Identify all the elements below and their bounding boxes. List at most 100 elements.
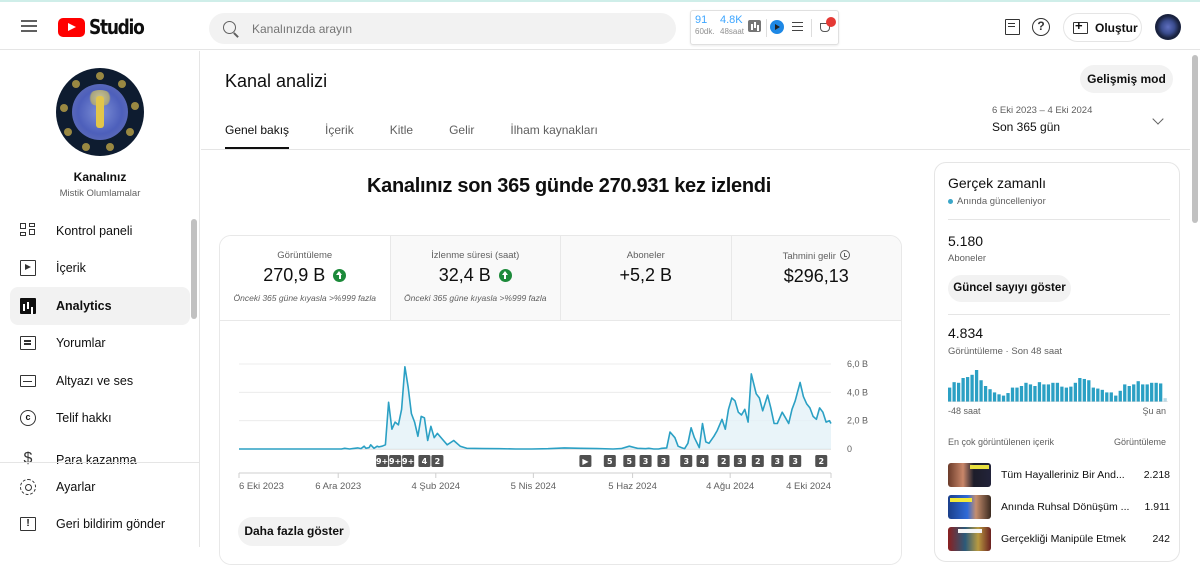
clock-icon[interactable]: [840, 250, 850, 260]
sidebar-item-feedback[interactable]: ! Geri bildirim gönder: [0, 506, 200, 544]
sidebar-item-copyright[interactable]: c Telif hakkı: [0, 400, 192, 438]
realtime-bar: [1020, 386, 1023, 402]
top-content-item[interactable]: Gerçekliği Manipüle Etmek ... 242: [948, 527, 1170, 551]
realtime-bar: [975, 370, 978, 402]
tab-audience[interactable]: Kitle: [390, 123, 413, 149]
y-tick-label: 0: [847, 444, 852, 454]
thumbnail-text-band: [950, 498, 972, 502]
tab-inspiration[interactable]: İlham kaynakları: [510, 123, 597, 149]
bar-chart-icon[interactable]: [748, 20, 761, 32]
metric-value: +5,2 B: [619, 265, 672, 286]
sidebar-item-analytics[interactable]: Analytics: [10, 287, 190, 325]
advanced-mode-button[interactable]: Gelişmiş mod: [1080, 65, 1173, 93]
top-content-views-header: Görüntüleme: [1114, 437, 1166, 447]
metric-views[interactable]: Görüntüleme 270,9 B Önceki 365 güne kıya…: [220, 236, 390, 320]
sidebar-item-dashboard[interactable]: Kontrol paneli: [0, 212, 192, 250]
show-current-count-button[interactable]: Güncel sayıyı göster: [948, 275, 1071, 302]
trophy-icon[interactable]: [818, 19, 834, 35]
sidebar-nav: Kontrol paneli İçerik Analytics Yorumlar…: [0, 212, 192, 467]
list-icon[interactable]: [792, 22, 803, 31]
create-button[interactable]: Oluştur: [1063, 13, 1142, 42]
tab-divider: [201, 149, 1190, 150]
realtime-bar: [979, 380, 982, 402]
ext-stat-48h: 4.8K 48saat: [720, 15, 744, 37]
sidebar-item-content[interactable]: İçerik: [0, 250, 192, 288]
search-bar[interactable]: [209, 13, 676, 44]
sidebar-item-label: Ayarlar: [56, 480, 95, 494]
search-input[interactable]: [252, 22, 652, 36]
divider: [948, 314, 1170, 315]
metric-subscribers[interactable]: Aboneler +5,2 B: [560, 236, 731, 320]
play-circle-icon[interactable]: [770, 20, 784, 34]
realtime-bar: [1092, 388, 1095, 402]
thumbnail-text-band: [958, 529, 982, 533]
realtime-bar: [1159, 383, 1162, 402]
tab-content[interactable]: İçerik: [325, 123, 354, 149]
top-content-item[interactable]: Tüm Hayalleriniz Bir And... 2.218: [948, 463, 1170, 487]
account-avatar[interactable]: [1155, 14, 1181, 40]
metric-tabs: Görüntüleme 270,9 B Önceki 365 güne kıya…: [220, 236, 901, 321]
video-marker-label: 9+: [376, 457, 388, 466]
realtime-bar: [1069, 387, 1072, 402]
realtime-bar-chart[interactable]: [948, 368, 1168, 402]
realtime-bar: [1155, 383, 1158, 402]
video-marker-label: 4: [422, 457, 428, 466]
feedback-icon: !: [20, 517, 36, 531]
metric-comparison: Önceki 365 güne kıyasla >%999 fazla: [391, 293, 561, 303]
page-scrollbar-thumb[interactable]: [1192, 55, 1198, 223]
app-name: Studio: [89, 15, 144, 39]
sidebar-item-comments[interactable]: Yorumlar: [0, 325, 192, 363]
realtime-bar: [1110, 392, 1113, 402]
studio-logo[interactable]: Studio: [58, 15, 153, 39]
y-tick-label: 6,0 B: [847, 359, 868, 369]
top-content-item[interactable]: Anında Ruhsal Dönüşüm ... 1.911: [948, 495, 1170, 519]
channel-avatar[interactable]: [56, 68, 144, 156]
ext-stat-60min: 91 60dk.: [695, 15, 715, 37]
sidebar-item-subtitles[interactable]: Altyazı ve ses: [0, 362, 192, 400]
search-icon[interactable]: [222, 20, 240, 38]
sidebar-item-label: Analytics: [56, 299, 112, 313]
feedback-icon[interactable]: [1002, 17, 1022, 37]
metric-value-row: 270,9 B: [263, 265, 346, 286]
sidebar-item-settings[interactable]: Ayarlar: [0, 468, 200, 506]
date-range-picker[interactable]: 6 Eki 2023 – 4 Eki 2024 Son 365 gün: [992, 105, 1172, 134]
y-tick-label: 2,0 B: [847, 416, 868, 426]
metric-label: Aboneler: [561, 250, 731, 261]
sidebar-scrollbar[interactable]: [191, 219, 197, 319]
main-content: Kanal analizi Gelişmiş mod Genel bakış İ…: [201, 51, 1190, 547]
realtime-bar: [1083, 379, 1086, 402]
channel-label: Kanalınız: [0, 170, 200, 184]
show-more-button[interactable]: Daha fazla göster: [238, 517, 350, 546]
realtime-bar: [1011, 388, 1014, 402]
realtime-status: Anında güncelleniyor: [948, 196, 1046, 207]
video-marker-label: 5: [607, 457, 613, 466]
realtime-bar: [1141, 384, 1144, 402]
help-icon[interactable]: ?: [1032, 18, 1050, 36]
realtime-bar: [966, 377, 969, 402]
avatar-decoration: [72, 80, 80, 88]
video-views: 242: [1152, 533, 1170, 545]
tab-overview[interactable]: Genel bakış: [225, 123, 289, 149]
extension-widget[interactable]: 91 60dk. 4.8K 48saat: [690, 10, 839, 45]
realtime-bar: [948, 388, 951, 402]
sidebar: Kanalınız Mistik Olumlamalar Kontrol pan…: [0, 51, 200, 547]
arrow-up-icon: [333, 269, 346, 282]
x-tick-label: 5 Haz 2024: [608, 481, 657, 492]
ext-stat-label: 48saat: [720, 26, 744, 37]
realtime-bar: [997, 394, 1000, 402]
x-tick-label: 5 Nis 2024: [511, 481, 556, 492]
tab-bar: Genel bakış İçerik Kitle Gelir İlham kay…: [225, 123, 634, 149]
metric-value-row: $296,13: [784, 266, 849, 287]
page-scrollbar[interactable]: [1190, 51, 1200, 547]
metric-revenue[interactable]: Tahmini gelir $296,13: [731, 236, 902, 320]
ext-stat-label: 60dk.: [695, 26, 715, 37]
tab-revenue[interactable]: Gelir: [449, 123, 474, 149]
video-views: 2.218: [1144, 469, 1170, 481]
realtime-bar: [1015, 388, 1018, 402]
metric-watch-time[interactable]: İzlenme süresi (saat) 32,4 B Önceki 365 …: [390, 236, 561, 320]
realtime-card: Gerçek zamanlı Anında güncelleniyor 5.18…: [934, 162, 1180, 562]
menu-icon[interactable]: [18, 14, 42, 38]
avatar-decoration: [60, 104, 68, 112]
thumbnail-text-band: [970, 465, 989, 469]
metric-value: 270,9 B: [263, 265, 325, 286]
